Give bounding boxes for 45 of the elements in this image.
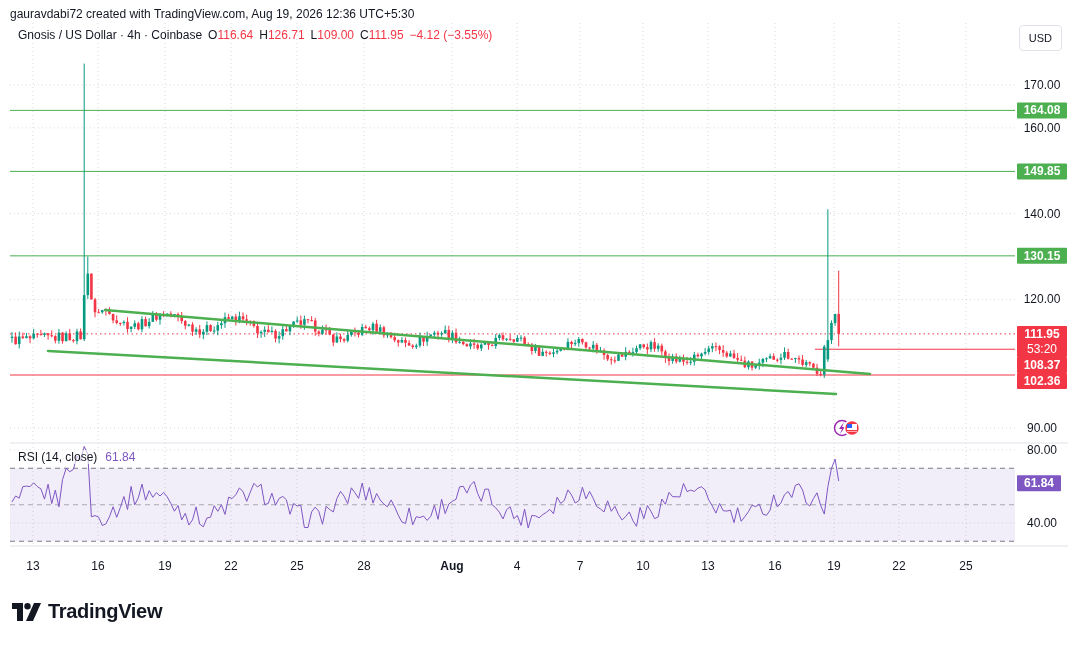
symbol-title: Gnosis / US Dollar · 4h · Coinbase xyxy=(18,28,203,42)
price-tag: 130.15 xyxy=(1017,247,1067,264)
time-axis-label: 4 xyxy=(513,559,521,573)
price-tag: 111.95 53:20 xyxy=(1017,325,1067,357)
time-axis-label: 19 xyxy=(827,559,841,573)
price-tag: 164.08 xyxy=(1017,102,1067,119)
trend-line[interactable] xyxy=(103,308,872,376)
time-axis-label: 25 xyxy=(959,559,973,573)
time-axis-label: 16 xyxy=(768,559,782,573)
price-tag: 149.85 xyxy=(1017,163,1067,180)
time-axis-label: 10 xyxy=(636,559,650,573)
time-axis-label: 22 xyxy=(224,559,238,573)
time-axis-label: 25 xyxy=(290,559,304,573)
indicator-value: 61.84 xyxy=(105,450,136,464)
price-change: −4.12 (−3.55%) xyxy=(409,28,493,42)
logo-icon xyxy=(12,602,41,621)
indicator-title: RSI (14, close) xyxy=(18,450,98,464)
time-axis-label: 22 xyxy=(892,559,906,573)
rsi-axis-label: 80.00 xyxy=(1027,443,1057,457)
level-line[interactable] xyxy=(10,255,1016,257)
price-axis-label: 170.00 xyxy=(1023,78,1061,92)
currency-button[interactable]: USD xyxy=(1018,25,1062,51)
price-axis-label: 90.00 xyxy=(1027,421,1057,435)
time-axis-label: 7 xyxy=(576,559,584,573)
ohlc-value: C111.95 xyxy=(360,28,404,42)
price-axis-label: 120.00 xyxy=(1023,292,1061,307)
ohlc-value: L109.00 xyxy=(310,28,354,42)
time-axis-label: 13 xyxy=(26,559,40,573)
time-axis-label: 13 xyxy=(701,559,715,573)
price-axis-label: 160.00 xyxy=(1023,120,1061,135)
rsi-value-tag: 61.84 xyxy=(1017,475,1061,492)
ohlc-value: O116.64 xyxy=(208,28,254,42)
trend-line[interactable] xyxy=(46,349,838,396)
time-axis-label: Aug xyxy=(440,559,464,573)
time-axis-label: 19 xyxy=(158,559,172,573)
brand-name: TradingView xyxy=(48,600,163,623)
level-line[interactable] xyxy=(10,109,1016,111)
level-line[interactable] xyxy=(10,170,1016,172)
time-axis-label: 16 xyxy=(91,559,105,573)
rsi-axis-label: 40.00 xyxy=(1027,516,1057,530)
ohlc-value: H126.71 xyxy=(259,28,305,42)
time-axis-label: 28 xyxy=(357,559,371,573)
price-axis-label: 140.00 xyxy=(1023,206,1061,221)
price-line[interactable] xyxy=(814,348,1016,350)
attribution-text: gauravdabi72 created with TradingView.com, Aug 19, 2026 12:36 UTC+5:30 xyxy=(9,6,416,23)
